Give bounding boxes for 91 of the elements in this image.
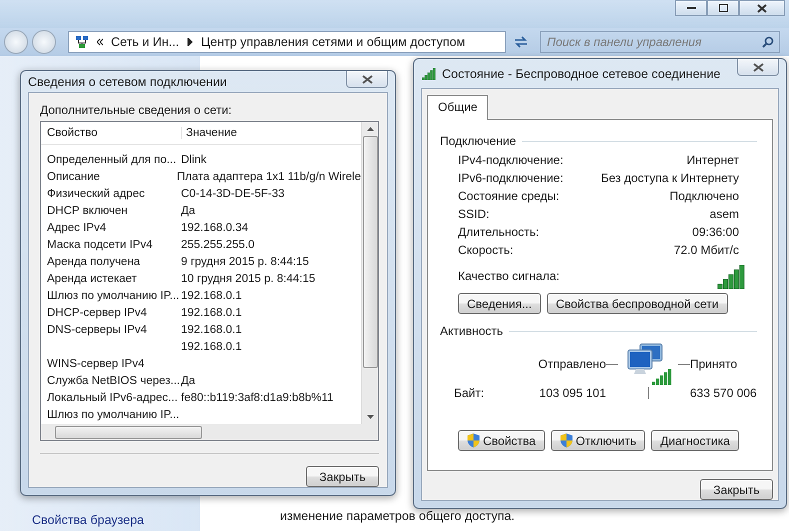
- property-cell: Маска подсети IPv4: [47, 238, 152, 250]
- address-bar[interactable]: Сеть и Ин... Центр управления сетями и общим доступом: [68, 31, 506, 53]
- field-label: Скорость:: [458, 243, 514, 257]
- field-value: Без доступа к Интернету: [600, 171, 739, 185]
- property-cell: Служба NetBIOS через...: [47, 374, 180, 386]
- value-cell: 192.168.0.1: [181, 324, 242, 336]
- received-bytes: 633 570 006: [690, 386, 757, 400]
- field-label: Состояние среды:: [458, 189, 560, 203]
- network-icon: [75, 35, 89, 49]
- property-cell: Шлюз по умолчанию IP...: [47, 290, 180, 302]
- minimize-button[interactable]: [675, 0, 707, 16]
- field-value: asem: [710, 207, 739, 221]
- maximize-icon: [718, 4, 728, 12]
- bytes-label: Байт:: [454, 386, 486, 400]
- horizontal-scrollbar[interactable]: [41, 424, 378, 440]
- close-icon: [757, 4, 767, 12]
- close-icon: [752, 62, 764, 72]
- column-header[interactable]: Значение: [182, 127, 361, 139]
- chevron-icon: [97, 38, 103, 46]
- property-cell: DHCP включен: [47, 204, 128, 216]
- value-cell: Плата адаптера 1x1 11b/g/n Wirele: [176, 170, 361, 182]
- close-button[interactable]: [737, 59, 779, 76]
- property-cell: Аренда истекает: [47, 272, 137, 284]
- sidebar-link[interactable]: Свойства браузера: [32, 513, 200, 527]
- close-button[interactable]: Закрыть: [700, 479, 773, 500]
- field-value: 09:36:00: [692, 225, 739, 239]
- sent-label: Отправлено: [538, 357, 606, 371]
- property-cell: WINS-сервер IPv4: [47, 358, 144, 370]
- signal-strength-icon: [716, 265, 747, 289]
- search-icon: [762, 36, 774, 48]
- value-cell: Да: [181, 204, 196, 216]
- section-caption: Дополнительные сведения о сети:: [39, 102, 233, 119]
- value-cell: 255.255.255.0: [181, 238, 255, 250]
- property-cell: Физический адрес: [47, 188, 145, 200]
- property-cell: DHCP-сервер IPv4: [47, 306, 147, 318]
- field-label: Качество сигнала:: [458, 269, 560, 285]
- signal-icon: [421, 68, 437, 80]
- value-cell: C0-14-3D-DE-5F-33: [181, 188, 285, 200]
- column-header[interactable]: Свойство: [41, 127, 182, 139]
- breadcrumb-item[interactable]: Центр управления сетями и общим доступом: [201, 35, 466, 49]
- received-label: Принято: [690, 357, 738, 371]
- field-label: IPv6-подключение:: [458, 171, 564, 185]
- window-title: Сведения о сетевом подключении: [28, 74, 228, 88]
- action-button[interactable]: Отключить: [550, 430, 646, 451]
- property-cell: Локальный IPv6-адрес...: [47, 392, 178, 404]
- refresh-icon: [513, 36, 529, 48]
- content-text: изменение параметров общего доступа.: [280, 509, 516, 523]
- chevron-icon: [187, 38, 194, 46]
- field-value: Интернет: [686, 153, 739, 167]
- action-button[interactable]: Свойства: [458, 430, 545, 451]
- property-cell: Определенный для по...: [47, 154, 176, 166]
- value-cell: 192.168.0.1: [181, 340, 242, 352]
- field-value: 72.0 Мбит/с: [674, 243, 739, 257]
- action-button[interactable]: Диагностика: [651, 430, 739, 451]
- shield-icon: [467, 433, 480, 448]
- property-cell: Адрес IPv4: [47, 222, 106, 234]
- dialog-button[interactable]: Свойства беспроводной сети: [546, 293, 728, 314]
- value-cell: Да: [181, 374, 196, 386]
- sent-bytes: 103 095 101: [539, 386, 606, 400]
- close-button[interactable]: Закрыть: [306, 466, 379, 487]
- tab[interactable]: Общие: [427, 95, 488, 120]
- value-cell: 192.168.0.34: [181, 222, 248, 234]
- maximize-button[interactable]: [707, 0, 739, 16]
- field-value: Подключено: [670, 189, 739, 203]
- breadcrumb-item[interactable]: Сеть и Ин...: [111, 35, 180, 49]
- value-cell: fe80::b119:3af8:d1a9:b8b%11: [181, 392, 334, 404]
- property-cell: Описание: [47, 170, 100, 182]
- minimize-icon: [686, 6, 696, 10]
- dialog-button[interactable]: Сведения...: [458, 293, 541, 314]
- up-arrow-icon: [366, 127, 374, 131]
- close-button[interactable]: [739, 0, 785, 16]
- group-heading: Подключение: [440, 134, 516, 148]
- shield-icon: [560, 433, 573, 448]
- value-cell: Dlink: [181, 154, 207, 166]
- property-cell: DNS-серверы IPv4: [47, 324, 147, 336]
- value-cell: 9 грудня 2015 р. 8:44:15: [181, 256, 309, 268]
- close-button[interactable]: [346, 71, 388, 88]
- down-arrow-icon: [366, 415, 374, 419]
- field-label: SSID:: [458, 207, 490, 221]
- group-heading: Активность: [440, 324, 504, 338]
- value-cell: 192.168.0.1: [181, 290, 242, 302]
- window-title: Состояние - Беспроводное сетевое соединение: [442, 66, 722, 80]
- property-cell: Шлюз по умолчанию IP...: [47, 408, 180, 420]
- value-cell: 10 грудня 2015 р. 8:44:15: [181, 272, 316, 284]
- property-cell: Аренда получена: [47, 256, 140, 268]
- field-label: Длительность:: [458, 225, 540, 239]
- search-field[interactable]: Поиск в панели управления: [540, 31, 780, 53]
- vertical-scrollbar[interactable]: [361, 122, 378, 424]
- field-label: IPv4-подключение:: [458, 153, 564, 167]
- value-cell: 192.168.0.1: [181, 306, 242, 318]
- close-icon: [362, 74, 372, 84]
